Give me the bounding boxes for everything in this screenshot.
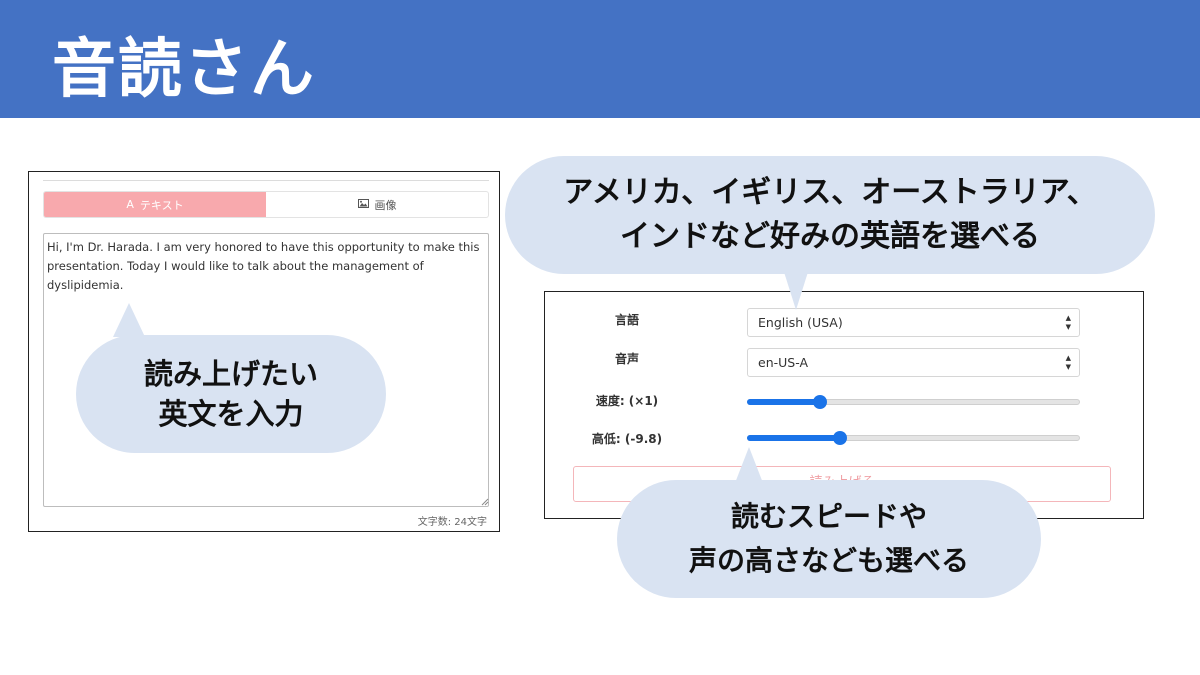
bubble-tail	[784, 272, 808, 310]
callout-line: 読み上げたい	[143, 357, 318, 391]
select-arrows-icon: ▲ ▼	[1065, 354, 1071, 371]
callout-line: アメリカ、イギリス、オーストラリア、	[563, 175, 1097, 210]
language-value: English (USA)	[758, 315, 843, 330]
slider-fill	[747, 435, 841, 441]
speed-label: 速度: (×1)	[595, 394, 659, 408]
input-mode-tabs: A テキスト 画像	[43, 191, 489, 218]
callout-line: 読むスピードや	[730, 500, 927, 533]
slider-fill	[747, 399, 821, 405]
bubble-tail	[735, 447, 763, 483]
callout-input: 読み上げたい 英文を入力	[76, 335, 386, 453]
header-bar: 音読さん	[0, 0, 1200, 118]
pitch-label: 高低: (-9.8)	[591, 432, 663, 446]
callout-line: インドなど好みの英語を選べる	[620, 219, 1040, 254]
image-icon	[357, 198, 369, 211]
voice-value: en-US-A	[758, 355, 808, 370]
tab-text[interactable]: A テキスト	[44, 192, 266, 217]
tab-image-label: 画像	[374, 198, 397, 212]
voice-label: 音声	[614, 352, 639, 366]
speed-slider[interactable]	[747, 395, 1080, 409]
char-count: 文字数: 24文字	[417, 517, 487, 528]
language-label: 言語	[614, 313, 639, 327]
select-arrows-icon: ▲ ▼	[1065, 314, 1071, 331]
page-title: 音読さん	[52, 33, 316, 107]
font-icon: A	[126, 198, 134, 211]
divider	[43, 180, 489, 181]
voice-select[interactable]: en-US-A ▲ ▼	[747, 348, 1080, 377]
resize-handle-icon[interactable]	[481, 498, 489, 506]
slider-thumb[interactable]	[833, 431, 848, 445]
bubble-tail	[113, 303, 145, 337]
language-select[interactable]: English (USA) ▲ ▼	[747, 308, 1080, 337]
tab-text-label: テキスト	[139, 198, 184, 212]
pitch-slider[interactable]	[747, 431, 1080, 445]
callout-language: アメリカ、イギリス、オーストラリア、 インドなど好みの英語を選べる	[505, 156, 1155, 274]
callout-speed: 読むスピードや 声の高さなども選べる	[617, 480, 1041, 598]
callout-line: 英文を入力	[158, 397, 304, 431]
callout-line: 声の高さなども選べる	[688, 544, 969, 577]
tab-image[interactable]: 画像	[266, 192, 488, 217]
slider-thumb[interactable]	[813, 395, 828, 409]
